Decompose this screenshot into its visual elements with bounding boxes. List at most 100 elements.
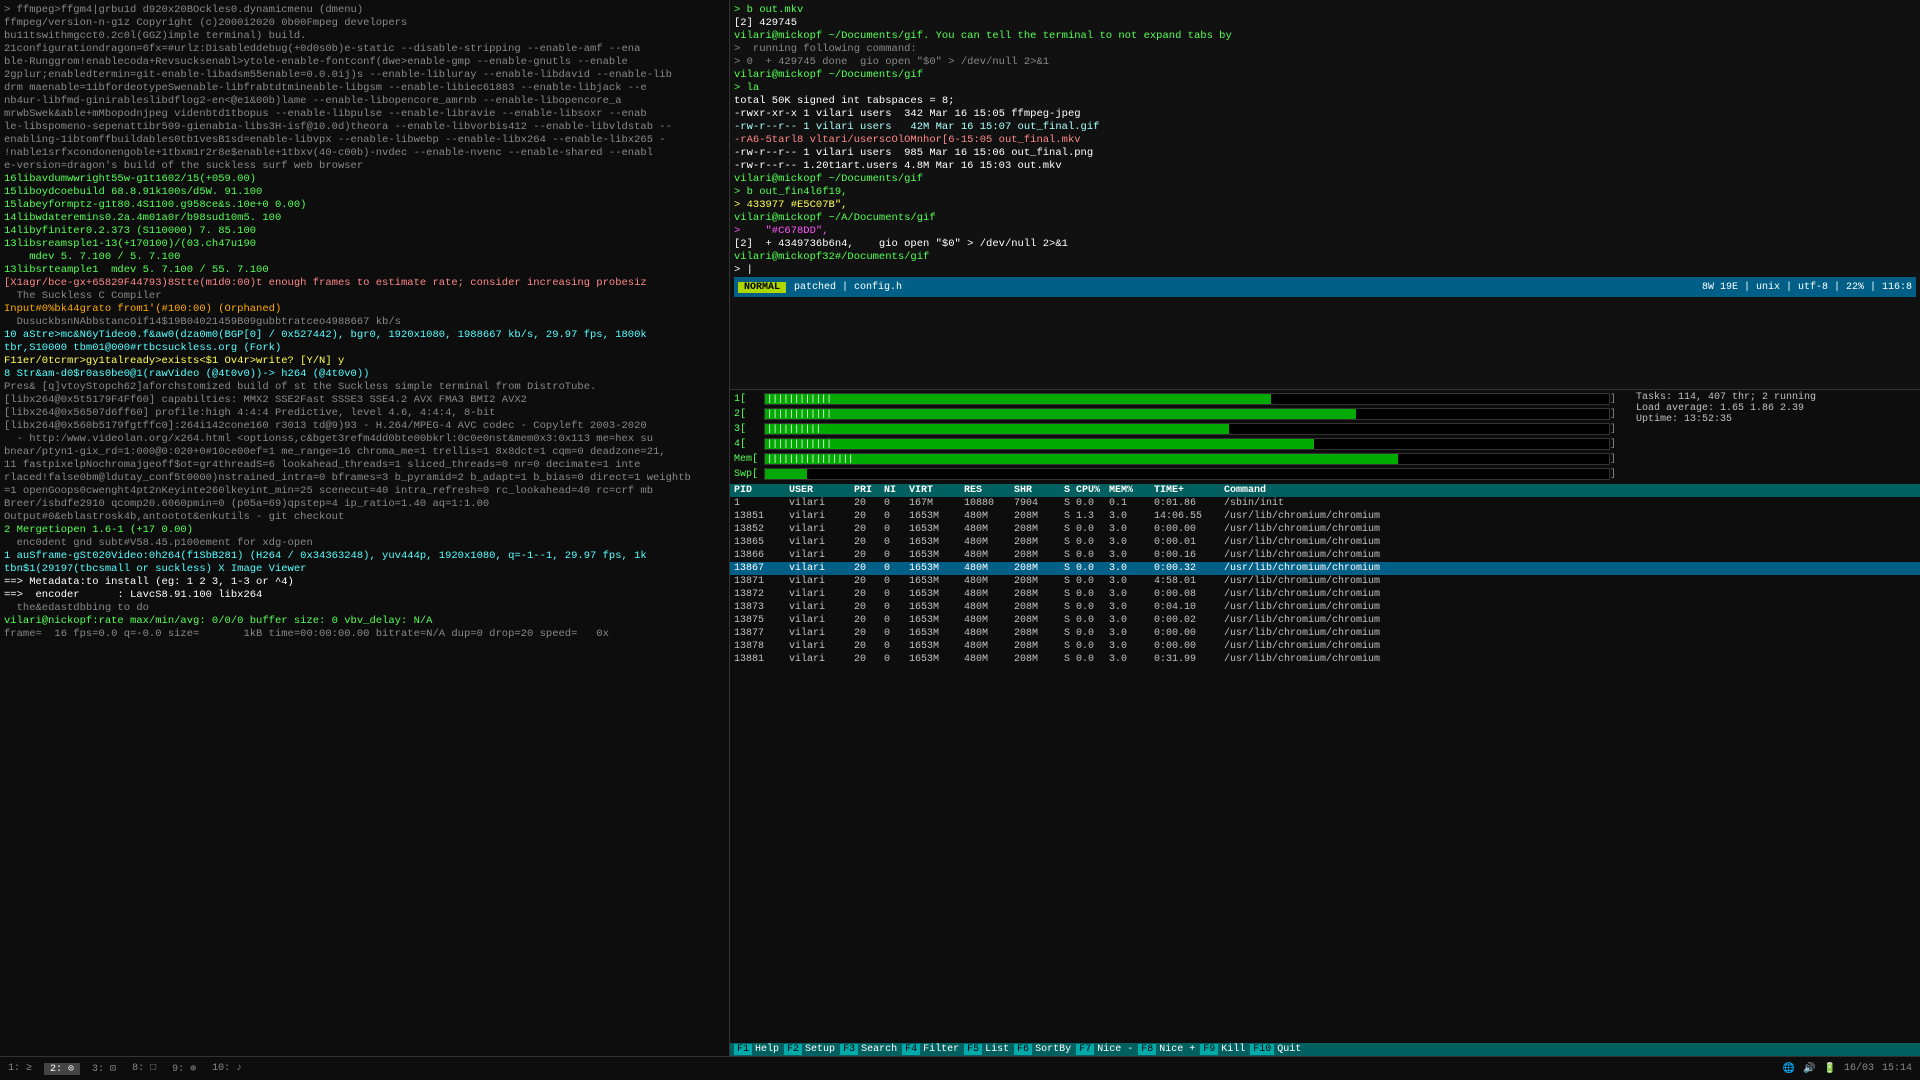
main-area: > ffmpeg>ffgm4|grbu1d d920x20BOckles0.dy… bbox=[0, 0, 1920, 1056]
terminal-line: tbr,S10000 tbm01@000#rtbcsuckless.org (F… bbox=[4, 342, 725, 355]
terminal-line: Pres& [q]vtoyStopch62]aforchstomized bui… bbox=[4, 381, 725, 394]
terminal-line: 15labeyformptz-g1t80.4S1100.g958ce&s.10e… bbox=[4, 199, 725, 212]
terminal-line: 14libwdateremins0.2a.4m01a0r/b98sud10m5.… bbox=[4, 212, 725, 225]
terminal-line: 2gplur;enabledtermin=git-enable-libadsm5… bbox=[4, 69, 725, 82]
terminal-line: drm maenable=1ibfordeotypeSwenable-libfr… bbox=[4, 82, 725, 95]
shell-prompt: 1: ≥ bbox=[4, 1063, 36, 1074]
table-row[interactable]: 13873 vilari 20 0 1653M 480M 208M S 0.0 … bbox=[730, 601, 1920, 614]
terminal-line: vilari@mickopf32#/Documents/gif bbox=[734, 251, 1916, 264]
cpu-bars: 1[ |||||||||||| ] 2[ |||||||||||| ] 3[ |… bbox=[734, 392, 1616, 482]
terminal-line: vilari@mickopf ~/Documents/gif bbox=[734, 69, 1916, 82]
col-header-cmd: Command bbox=[1224, 485, 1916, 496]
col-header-res: RES bbox=[964, 485, 1014, 496]
vim-position: 8W 19E | unix | utf-8 | 22% | 116:8 bbox=[1702, 282, 1912, 293]
htop-footer-nice +[interactable]: F8Nice + bbox=[1138, 1044, 1198, 1055]
table-row[interactable]: 13872 vilari 20 0 1653M 480M 208M S 0.0 … bbox=[730, 588, 1920, 601]
process-table[interactable]: 1 vilari 20 0 167M 10880 7904 S 0.0 0.1 … bbox=[730, 497, 1920, 1043]
taskbar-item-8[interactable]: 8: □ bbox=[128, 1063, 160, 1074]
terminal-line: [libx264@0x5t5179F4Ff60] capabilties: MM… bbox=[4, 394, 725, 407]
terminal-line: > ffmpeg>ffgm4|grbu1d d920x20BOckles0.dy… bbox=[4, 4, 725, 17]
table-row[interactable]: 13851 vilari 20 0 1653M 480M 208M S 1.3 … bbox=[730, 510, 1920, 523]
right-top-terminal[interactable]: > b out.mkv[2] 429745vilari@mickopf ~/Do… bbox=[730, 0, 1920, 390]
terminal-line: enc0dent gnd subt#V58.45.p100ement for x… bbox=[4, 537, 725, 550]
terminal-line: 11 fastpixelpNochromajgeoff$ot=gr4thread… bbox=[4, 459, 725, 472]
col-header-mem: MEM% bbox=[1109, 485, 1154, 496]
terminal-line: [libx264@0x56507d6ff60] profile:high 4:4… bbox=[4, 407, 725, 420]
screen: > ffmpeg>ffgm4|grbu1d d920x20BOckles0.dy… bbox=[0, 0, 1920, 1080]
terminal-line: frame= 16 fps=0.0 q=-0.0 size= 1kB time=… bbox=[4, 628, 725, 641]
htop-footer-help[interactable]: F1Help bbox=[734, 1044, 782, 1055]
terminal-line: Breer/isbdfe2910 qcomp20.6060pmin=0 (p05… bbox=[4, 498, 725, 511]
htop-footer-nice -[interactable]: F7Nice - bbox=[1076, 1044, 1136, 1055]
terminal-line: bu11tswithmgcct0.2c0l(GGZ)imple terminal… bbox=[4, 30, 725, 43]
cpu-bar-1: 1[ |||||||||||| ] bbox=[734, 392, 1616, 406]
terminal-line: [2] + 4349736b6n4, gio open "$0" > /dev/… bbox=[734, 238, 1916, 251]
terminal-line: =1 openGoops0cwenght4pt2nKeyinte260lkeyi… bbox=[4, 485, 725, 498]
terminal-line: The Suckless C Compiler bbox=[4, 290, 725, 303]
table-row[interactable]: 13871 vilari 20 0 1653M 480M 208M S 0.0 … bbox=[730, 575, 1920, 588]
col-header-cpu: S CPU% bbox=[1064, 485, 1109, 496]
col-header-shr: SHR bbox=[1014, 485, 1064, 496]
battery-icon: 🔋 bbox=[1824, 1063, 1836, 1075]
table-row[interactable]: 13852 vilari 20 0 1653M 480M 208M S 0.0 … bbox=[730, 523, 1920, 536]
terminal-line: -rw-r--r-- 1.20t1art.users 4.8M Mar 16 1… bbox=[734, 160, 1916, 173]
terminal-line: Input#0%bk44grato from1'(#100:00) (Orpha… bbox=[4, 303, 725, 316]
terminal-line: > running following command: bbox=[734, 43, 1916, 56]
swp-bar-row: Swp[ ] bbox=[734, 467, 1616, 481]
htop-footer-search[interactable]: F3Search bbox=[840, 1044, 900, 1055]
taskbar-item-10[interactable]: 10: ♪ bbox=[208, 1063, 246, 1074]
htop-footer-kill[interactable]: F9Kill bbox=[1200, 1044, 1248, 1055]
terminal-line: 2 Mergetiopen 1.6-1 (+17 0.00) bbox=[4, 524, 725, 537]
terminal-line: tbn$1(29197(tbcsmall or suckless) X Imag… bbox=[4, 563, 725, 576]
cpu-bar-4: 4[ |||||||||||| ] bbox=[734, 437, 1616, 451]
vim-statusline: NORMAL patched | config.h 8W 19E | unix … bbox=[734, 277, 1916, 297]
htop-footer-sortby[interactable]: F6SortBy bbox=[1014, 1044, 1074, 1055]
table-row[interactable]: 13875 vilari 20 0 1653M 480M 208M S 0.0 … bbox=[730, 614, 1920, 627]
table-row[interactable]: 1 vilari 20 0 167M 10880 7904 S 0.0 0.1 … bbox=[730, 497, 1920, 510]
table-row[interactable]: 13878 vilari 20 0 1653M 480M 208M S 0.0 … bbox=[730, 640, 1920, 653]
terminal-line: Output#0&eblastrosk4b,antootot&enkutils … bbox=[4, 511, 725, 524]
right-pane: > b out.mkv[2] 429745vilari@mickopf ~/Do… bbox=[730, 0, 1920, 1056]
htop-footer: F1HelpF2SetupF3SearchF4FilterF5ListF6Sor… bbox=[730, 1043, 1920, 1056]
terminal-line: [libx264@0x560b5179fgtffc0]:264i142cone1… bbox=[4, 420, 725, 433]
htop-footer-list[interactable]: F5List bbox=[964, 1044, 1012, 1055]
left-terminal-pane[interactable]: > ffmpeg>ffgm4|grbu1d d920x20BOckles0.dy… bbox=[0, 0, 730, 1056]
terminal-line: [2] 429745 bbox=[734, 17, 1916, 30]
terminal-line: vilari@mickopf ~/Documents/gif. You can … bbox=[734, 30, 1916, 43]
terminal-line: 21configurationdragon=6fx=#urlz:Disabled… bbox=[4, 43, 725, 56]
terminal-line: vilari@mickopf ~/Documents/gif bbox=[734, 173, 1916, 186]
htop-footer-quit[interactable]: F10Quit bbox=[1250, 1044, 1304, 1055]
htop-area[interactable]: 1[ |||||||||||| ] 2[ |||||||||||| ] 3[ |… bbox=[730, 390, 1920, 1056]
taskbar-item-9[interactable]: 9: ⊕ bbox=[168, 1063, 200, 1075]
htop-uptime: Uptime: 13:52:35 bbox=[1636, 414, 1916, 425]
terminal-line: -rA6-5tarl8 vltari/userscOlOMnhor[6-15:0… bbox=[734, 134, 1916, 147]
terminal-line: vilari@mickopf ~/A/Documents/gif bbox=[734, 212, 1916, 225]
terminal-line: le-libspomeno-sepenattibr509-gienab1a-li… bbox=[4, 121, 725, 134]
col-header-pid: PID bbox=[734, 485, 789, 496]
cpu-bar-2: 2[ |||||||||||| ] bbox=[734, 407, 1616, 421]
terminal-line: vilari@nickopf:rate max/min/avg: 0/0/0 b… bbox=[4, 615, 725, 628]
htop-footer-setup[interactable]: F2Setup bbox=[784, 1044, 838, 1055]
col-header-user: USER bbox=[789, 485, 854, 496]
terminal-line: nb4ur-libfmd-ginirableslibdflog2-en<@e1&… bbox=[4, 95, 725, 108]
taskbar-active-item[interactable]: 2: ⊙ bbox=[44, 1063, 80, 1075]
terminal-line: mdev 5. 7.100 / 5. 7.100 bbox=[4, 251, 725, 264]
htop-footer-filter[interactable]: F4Filter bbox=[902, 1044, 962, 1055]
time-display: 15:14 bbox=[1882, 1063, 1912, 1074]
terminal-line: total 50K signed int tabspaces = 8; bbox=[734, 95, 1916, 108]
terminal-line: > "#C678DD", bbox=[734, 225, 1916, 238]
network-icon: 🌐 bbox=[1783, 1063, 1795, 1075]
table-row[interactable]: 13881 vilari 20 0 1653M 480M 208M S 0.0 … bbox=[730, 653, 1920, 666]
taskbar-item-3[interactable]: 3: ⊡ bbox=[88, 1063, 120, 1075]
terminal-line: !nable1srfxcondonengoble+1tbxm1r2r8e$ena… bbox=[4, 147, 725, 160]
table-row[interactable]: 13867 vilari 20 0 1653M 480M 208M S 0.0 … bbox=[730, 562, 1920, 575]
table-row[interactable]: 13877 vilari 20 0 1653M 480M 208M S 0.0 … bbox=[730, 627, 1920, 640]
col-header-pri: PRI bbox=[854, 485, 884, 496]
left-terminal-content: > ffmpeg>ffgm4|grbu1d d920x20BOckles0.dy… bbox=[4, 4, 725, 641]
table-row[interactable]: 13865 vilari 20 0 1653M 480M 208M S 0.0 … bbox=[730, 536, 1920, 549]
terminal-line: ==> Metadata:to install (eg: 1 2 3, 1-3 … bbox=[4, 576, 725, 589]
terminal-line: [X1agr/bce-gx+65829F44793)8Stte(m1d0:00)… bbox=[4, 277, 725, 290]
terminal-line: > b out.mkv bbox=[734, 4, 1916, 17]
table-row[interactable]: 13866 vilari 20 0 1653M 480M 208M S 0.0 … bbox=[730, 549, 1920, 562]
terminal-line: - http:/www.videolan.org/x264.html <opti… bbox=[4, 433, 725, 446]
